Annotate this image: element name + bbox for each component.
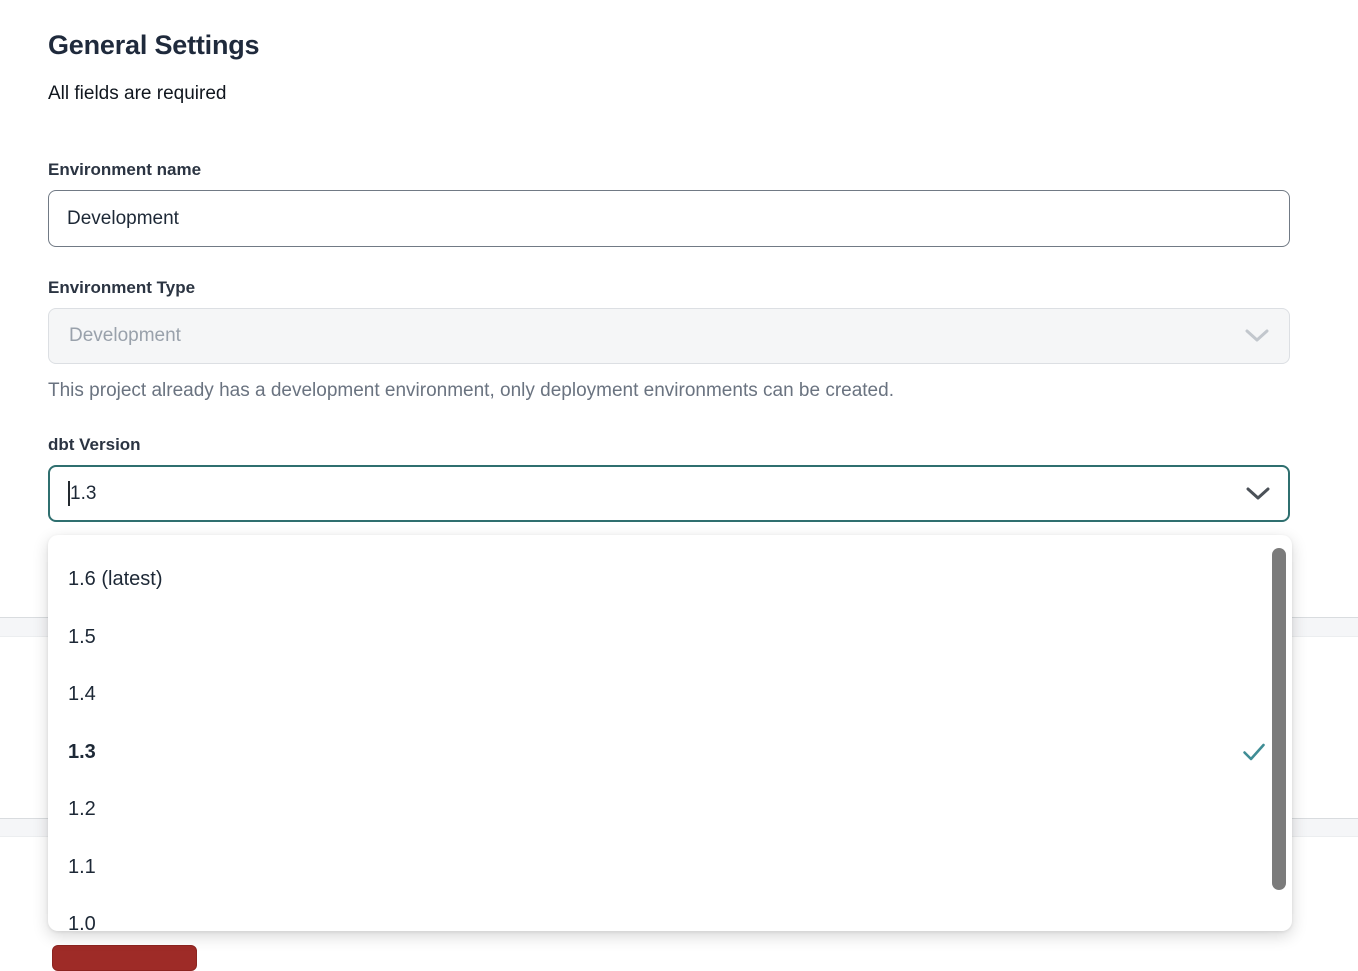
chevron-down-icon: [1245, 329, 1269, 343]
chevron-down-icon: [1246, 487, 1270, 501]
environment-type-help-text: This project already has a development e…: [48, 380, 1290, 402]
dropdown-option[interactable]: 1.3: [48, 724, 1292, 782]
dbt-version-dropdown-listbox: 1.6 (latest) 1.5 1.4 1.3 1.2 1.1 1.0: [48, 535, 1292, 931]
check-icon: [1242, 741, 1266, 763]
dbt-version-label: dbt Version: [48, 435, 1290, 455]
dropdown-scrollbar-thumb[interactable]: [1272, 548, 1286, 890]
dbt-version-value: 1.3: [70, 483, 96, 505]
dropdown-option[interactable]: 1.6 (latest): [48, 551, 1292, 609]
danger-button[interactable]: [52, 945, 197, 971]
environment-name-label: Environment name: [48, 160, 1290, 180]
dbt-version-combobox[interactable]: 1.3: [48, 465, 1290, 522]
dropdown-option-label: 1.5: [68, 626, 96, 649]
environment-type-select: Development: [48, 308, 1290, 364]
environment-name-value: Development: [67, 208, 179, 230]
dropdown-option-label: 1.6 (latest): [68, 568, 162, 591]
dropdown-option[interactable]: 1.5: [48, 609, 1292, 667]
general-settings-card: General Settings All fields are required…: [48, 0, 1290, 522]
page-subtitle: All fields are required: [48, 83, 1290, 105]
dropdown-option[interactable]: 1.0: [48, 896, 1292, 931]
environment-type-value: Development: [69, 325, 181, 347]
dropdown-option-label: 1.4: [68, 683, 96, 706]
dropdown-option[interactable]: 1.4: [48, 666, 1292, 724]
page-title: General Settings: [48, 30, 1290, 61]
dropdown-option-label: 1.1: [68, 856, 96, 879]
environment-name-input[interactable]: Development: [48, 190, 1290, 247]
dropdown-option[interactable]: 1.1: [48, 839, 1292, 897]
dropdown-option-label: 1.0: [68, 913, 96, 931]
dropdown-option-list: 1.6 (latest) 1.5 1.4 1.3 1.2 1.1 1.0: [48, 551, 1292, 931]
dropdown-option[interactable]: 1.2: [48, 781, 1292, 839]
environment-type-label: Environment Type: [48, 278, 1290, 298]
dropdown-option-label: 1.3: [68, 741, 96, 764]
dropdown-option-label: 1.2: [68, 798, 96, 821]
